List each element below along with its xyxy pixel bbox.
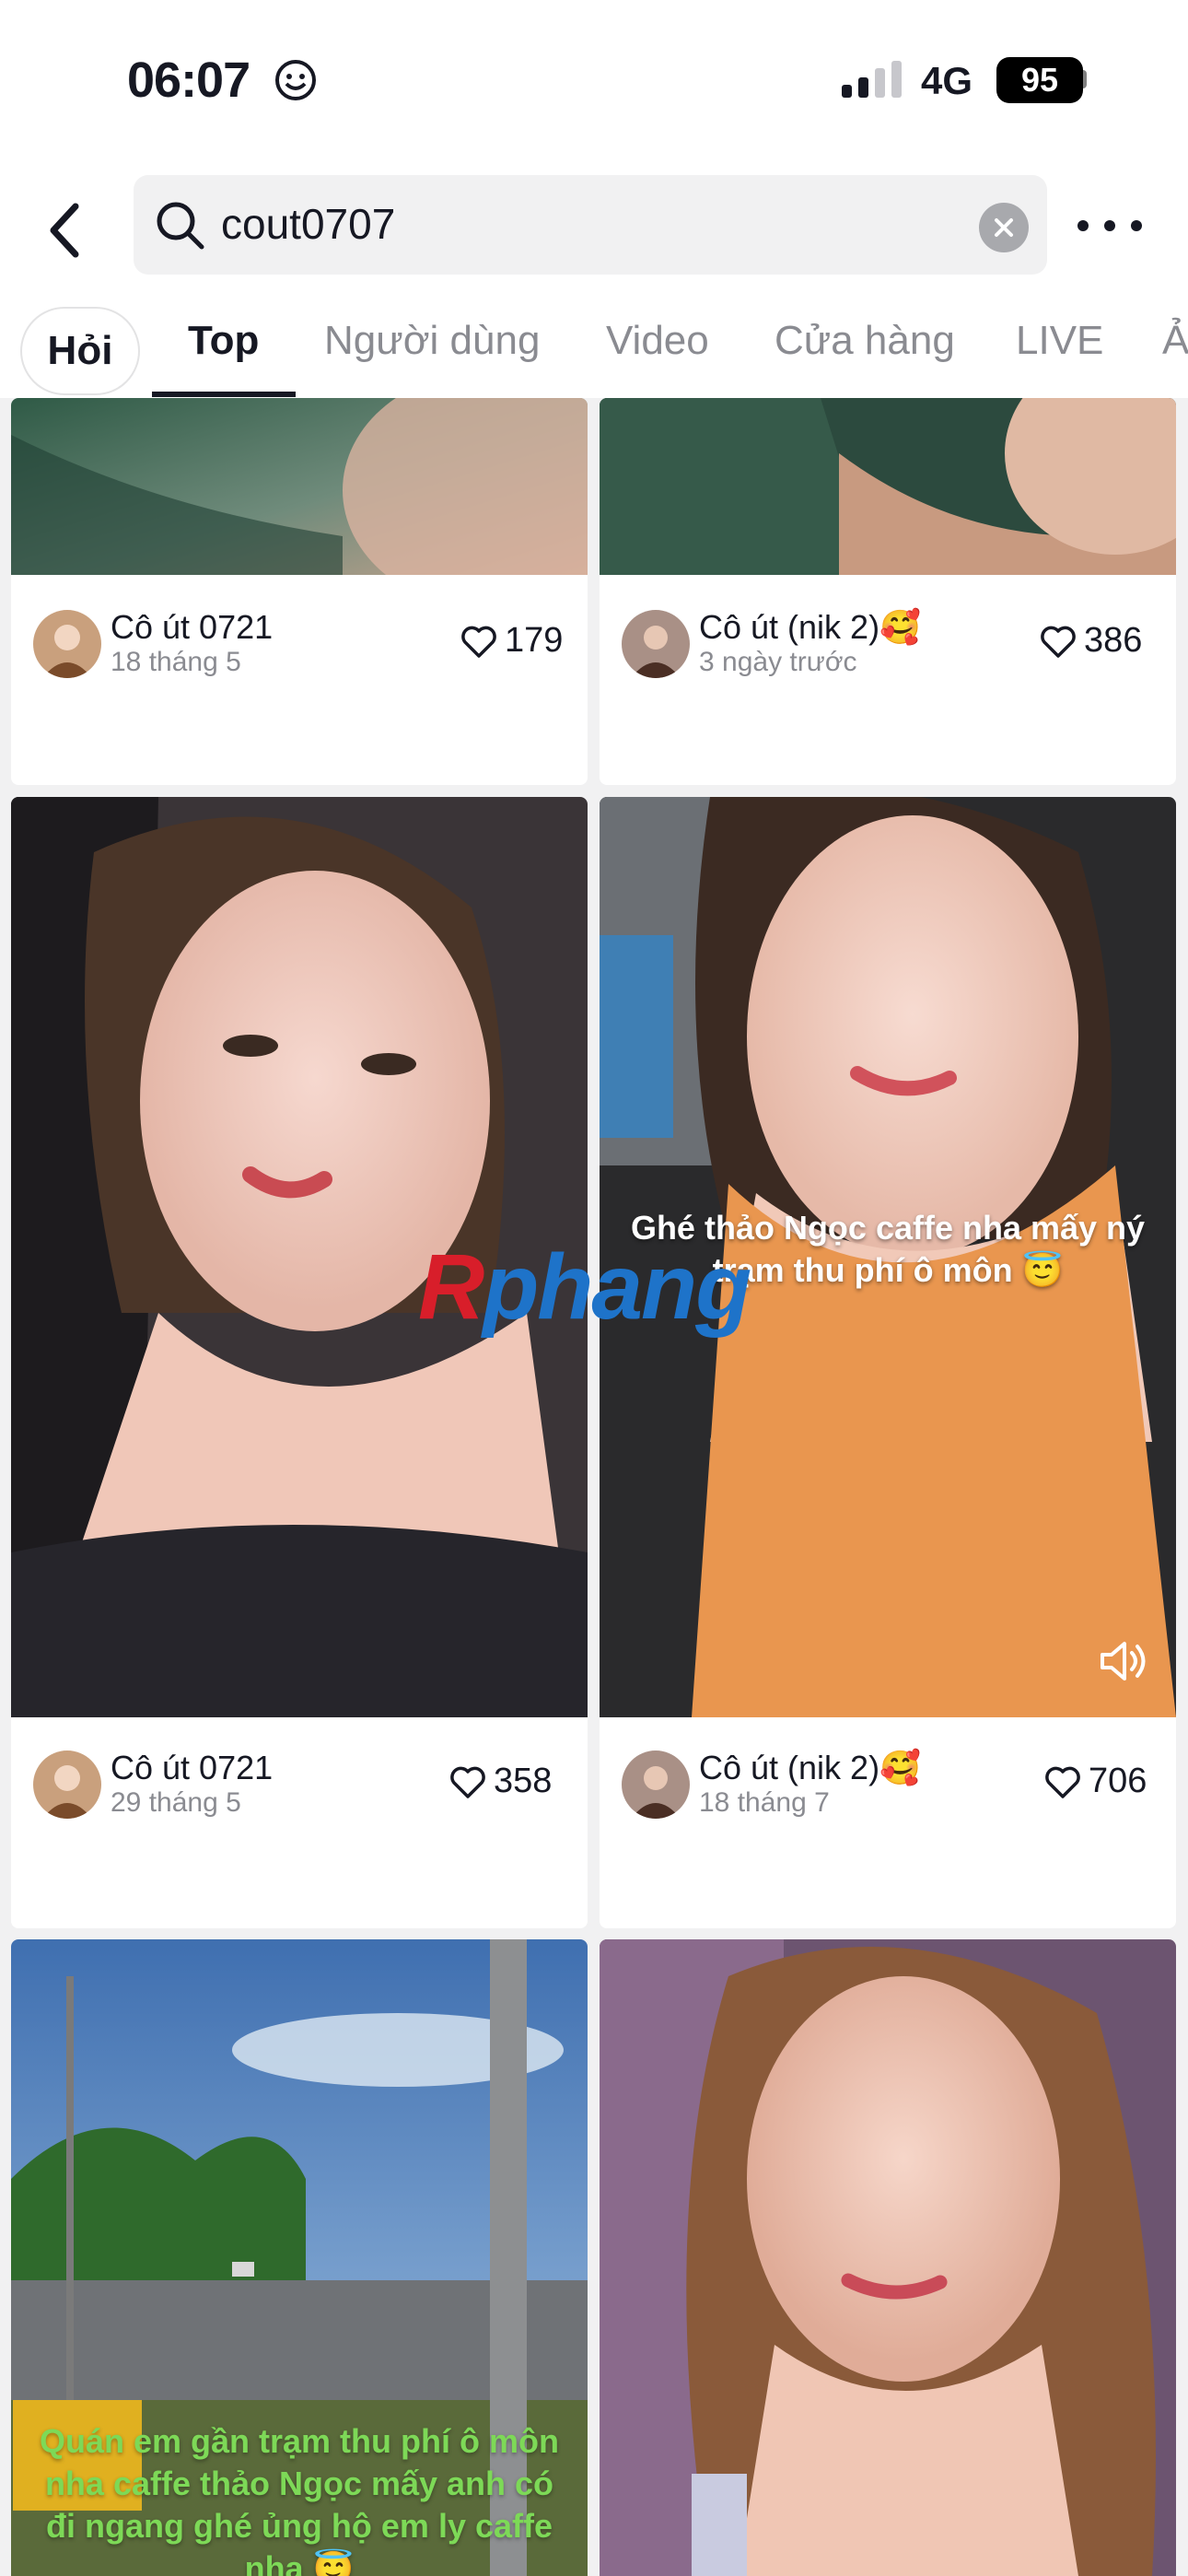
watermark-logo: Rphang (418, 1235, 751, 1341)
author-name[interactable]: Cô út 0721 (111, 1749, 273, 1787)
video-card[interactable]: Cô út 0721 29 tháng 5 358 (11, 797, 588, 1928)
chevron-left-icon (50, 203, 79, 258)
avatar[interactable] (622, 610, 690, 678)
heart-icon (1045, 1766, 1080, 1798)
tab-live[interactable]: LIVE (1016, 318, 1103, 364)
status-time: 06:07 (127, 53, 250, 108)
video-card[interactable]: Ghé thảo Ngọc caffe nha mấy ný trạm thu … (600, 797, 1176, 1928)
dot-icon (1077, 220, 1089, 231)
like-count[interactable]: 358 (449, 1762, 552, 1801)
video-card[interactable]: Quán em gần trạm thu phí ô môn nha caffe… (11, 1939, 588, 2576)
author-name[interactable]: Cô út (nik 2)🥰 (699, 608, 921, 647)
status-bar: 06:07 4G 95 (0, 0, 1188, 157)
close-icon (995, 218, 1013, 237)
post-date: 18 tháng 5 (111, 647, 241, 677)
video-thumbnail (600, 1939, 1176, 2576)
tab-users[interactable]: Người dùng (324, 318, 540, 364)
result-tabs: Hỏi Top Người dùng Video Cửa hàng LIVE Ả (0, 299, 1188, 398)
like-count[interactable]: 179 (460, 621, 563, 661)
video-caption: Quán em gần trạm thu phí ô môn nha caffe… (39, 2422, 559, 2576)
clear-search-button[interactable] (979, 203, 1029, 252)
watermark-part-1: R (418, 1235, 484, 1339)
search-header: cout0707 Hỏi Top Người dùng Video Cửa hà… (0, 157, 1188, 398)
cellular-signal-icon (842, 61, 902, 98)
avatar[interactable] (33, 610, 101, 678)
network-type: 4G (921, 59, 973, 102)
post-date: 3 ngày trước (699, 647, 857, 677)
battery-indicator: 95 (996, 57, 1083, 103)
post-date: 18 tháng 7 (699, 1787, 830, 1818)
search-query-text: cout0707 (221, 200, 396, 248)
like-count-value: 706 (1089, 1762, 1147, 1800)
battery-tip-icon (1081, 70, 1087, 88)
like-count[interactable]: 386 (1040, 621, 1142, 661)
search-input[interactable]: cout0707 (134, 175, 1047, 275)
like-count-value: 358 (494, 1762, 553, 1800)
watermark-part-2: phang (483, 1235, 751, 1339)
video-card[interactable] (600, 1939, 1176, 2576)
like-count-value: 386 (1084, 621, 1143, 660)
volume-icon[interactable] (1099, 1638, 1150, 1684)
dot-icon (1104, 220, 1115, 231)
more-options-button[interactable] (1077, 203, 1142, 249)
tab-shop[interactable]: Cửa hàng (775, 318, 955, 364)
video-card[interactable]: Cô út 0721 18 tháng 5 179 (11, 398, 588, 785)
tab-video[interactable]: Video (606, 318, 709, 364)
video-thumbnail (600, 398, 1176, 575)
avatar[interactable] (33, 1751, 101, 1819)
like-count[interactable]: 706 (1044, 1762, 1147, 1801)
active-tab-indicator (152, 392, 296, 397)
heart-icon (1041, 626, 1076, 658)
video-thumbnail (11, 398, 588, 575)
author-name[interactable]: Cô út (nik 2)🥰 (699, 1749, 921, 1787)
heart-icon (450, 1766, 485, 1798)
search-icon (157, 202, 204, 250)
dot-icon (1131, 220, 1142, 231)
smiley-icon (275, 60, 316, 100)
like-count-value: 179 (505, 621, 564, 660)
post-date: 29 tháng 5 (111, 1787, 241, 1818)
tab-photos[interactable]: Ả (1162, 318, 1188, 364)
heart-icon (461, 626, 496, 658)
tab-ask[interactable]: Hỏi (20, 307, 140, 395)
author-name[interactable]: Cô út 0721 (111, 608, 273, 647)
video-card[interactable]: Cô út (nik 2)🥰 3 ngày trước 386 (600, 398, 1176, 785)
tab-top[interactable]: Top (188, 318, 259, 364)
back-button[interactable] (37, 193, 92, 267)
avatar[interactable] (622, 1751, 690, 1819)
